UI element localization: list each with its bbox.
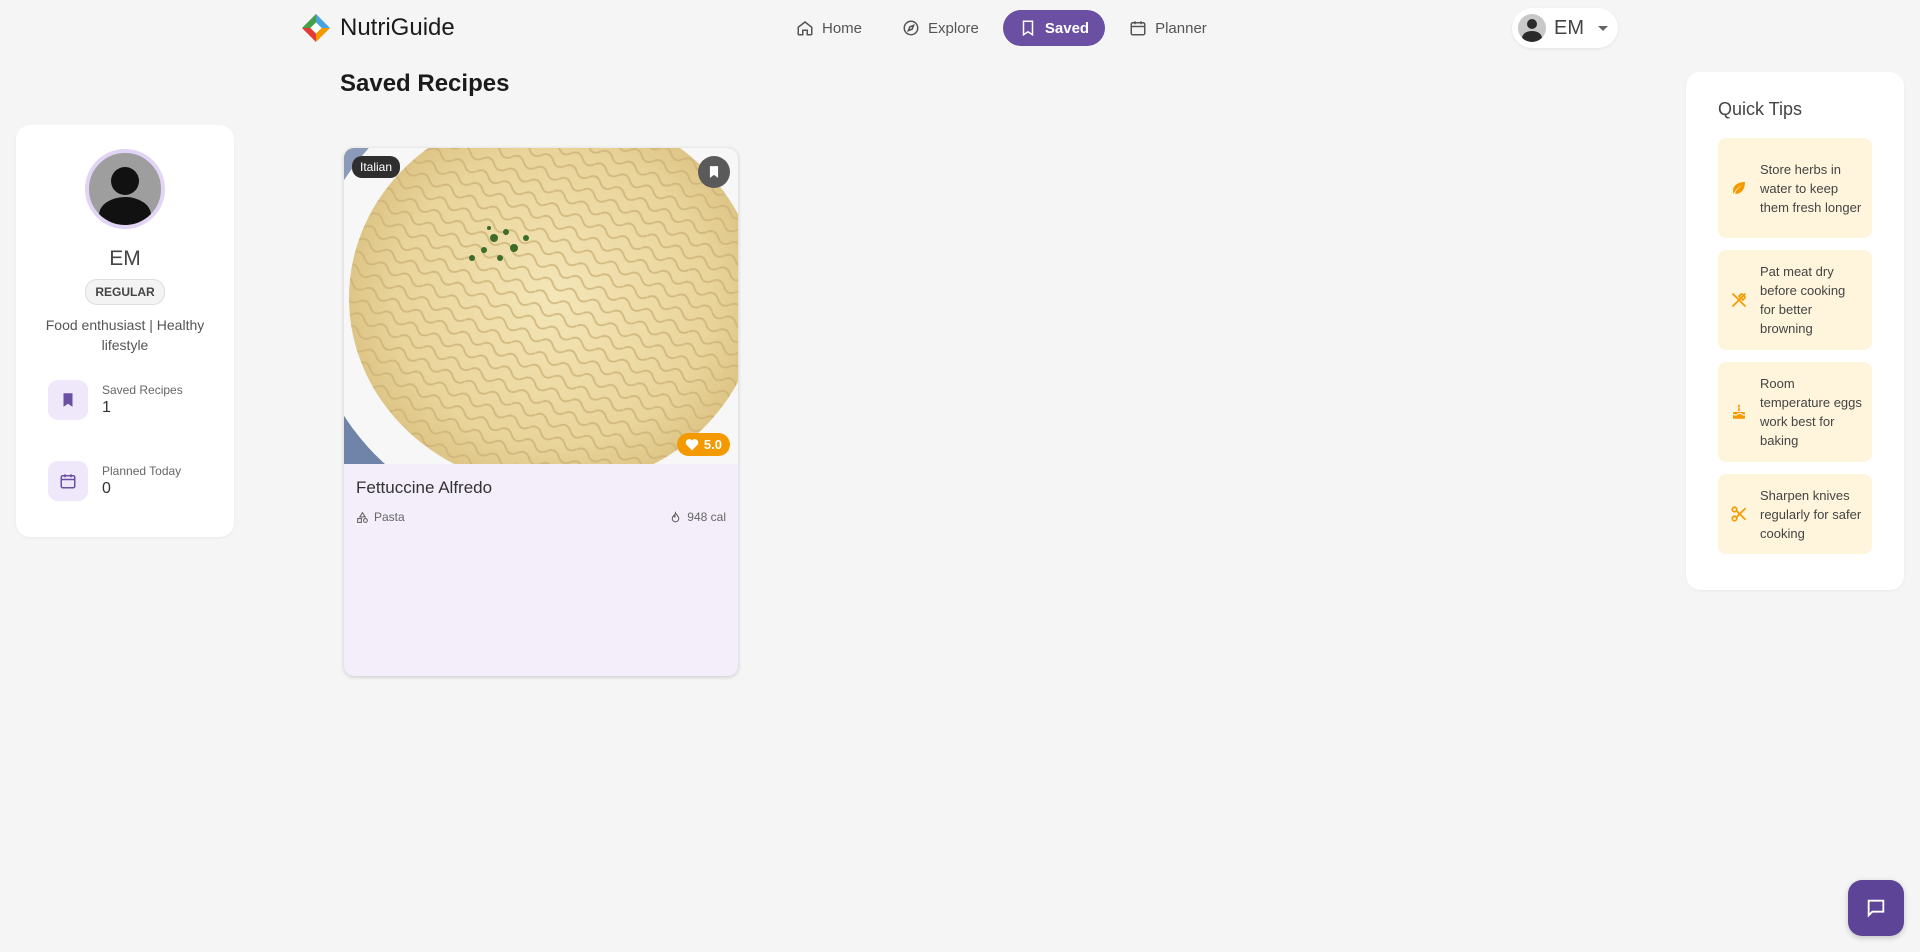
shapes-icon — [357, 511, 368, 523]
scissors-icon — [1731, 506, 1746, 522]
brand-name: NutriGuide — [340, 14, 455, 41]
tip-text: Store herbs in water to keep them fresh … — [1760, 161, 1862, 215]
stat-value: 0 — [102, 480, 111, 497]
profile-card: EM REGULAR Food enthusiast | Healthy lif… — [16, 125, 234, 537]
membership-badge: REGULAR — [85, 279, 165, 305]
tip-item: Pat meat dry before cooking for better b… — [1718, 250, 1872, 350]
quick-tips-panel: Quick Tips Store herbs in water to keep … — [1686, 72, 1904, 590]
user-avatar — [1518, 14, 1546, 42]
recipe-meta: Pasta 948 cal — [356, 510, 726, 524]
nav-home[interactable]: Home — [780, 10, 878, 46]
user-menu-button[interactable]: EM — [1512, 8, 1618, 48]
compass-icon — [903, 20, 919, 36]
nav-saved[interactable]: Saved — [1002, 10, 1106, 46]
stat-label: Saved Recipes — [102, 383, 183, 397]
tip-item: Store herbs in water to keep them fresh … — [1718, 138, 1872, 238]
bookmark-icon — [1022, 20, 1034, 37]
recipe-category-label: Pasta — [374, 510, 405, 524]
tip-text: Room temperature eggs work best for baki… — [1760, 376, 1862, 448]
recipe-title: Fettuccine Alfredo — [356, 478, 493, 497]
profile-bio: Food enthusiast | Healthy lifestyle — [45, 317, 205, 353]
nav-planner[interactable]: Planner — [1113, 10, 1223, 46]
chat-button[interactable] — [1848, 880, 1904, 936]
recipe-card[interactable]: Italian 5.0 Fettuccine Alfredo Pasta 948… — [344, 148, 738, 676]
user-initials: EM — [1554, 16, 1584, 39]
recipe-calories-label: 948 cal — [687, 510, 726, 524]
page-title: Saved Recipes — [340, 70, 510, 97]
profile-avatar — [85, 149, 165, 229]
tip-item: Sharpen knives regularly for safer cooki… — [1718, 474, 1872, 554]
recipe-image: Italian 5.0 — [344, 148, 738, 464]
tip-item: Room temperature eggs work best for baki… — [1718, 362, 1872, 462]
tip-text: Sharpen knives regularly for safer cooki… — [1760, 487, 1862, 541]
recipe-category: Pasta — [356, 510, 405, 524]
calendar-icon — [48, 461, 88, 501]
heart-icon — [685, 439, 699, 451]
rating-value: 5.0 — [703, 437, 722, 452]
unsave-bookmark-button[interactable] — [698, 156, 730, 188]
bookmark-icon — [48, 380, 88, 420]
stat-label: Planned Today — [102, 464, 182, 478]
tips-title: Quick Tips — [1718, 99, 1803, 119]
calendar-icon — [1130, 21, 1146, 36]
stat-value: 1 — [102, 399, 111, 416]
profile-name: EM — [109, 247, 141, 270]
nav-home-label: Home — [822, 19, 863, 37]
cuisine-tag: Italian — [352, 156, 401, 178]
nav-explore-label: Explore — [928, 19, 979, 37]
logo-icon — [302, 14, 330, 42]
nav-explore[interactable]: Explore — [886, 10, 995, 46]
chevron-down-icon — [1598, 25, 1608, 31]
nav-planner-label: Planner — [1155, 19, 1207, 37]
recipe-calories: 948 cal — [669, 510, 726, 524]
home-icon — [797, 21, 813, 36]
utensils-icon — [1732, 293, 1746, 307]
bookmark-icon — [709, 166, 719, 178]
stat-saved-recipes: Saved Recipes 1 — [48, 380, 183, 420]
leaf-icon — [1733, 182, 1745, 194]
nav-saved-label: Saved — [1044, 19, 1090, 37]
cake-icon — [1732, 404, 1746, 419]
brand-logo[interactable]: NutriGuide — [300, 12, 455, 44]
rating-badge: 5.0 — [676, 433, 730, 456]
main-nav: Home Explore Saved Planner — [780, 10, 1223, 46]
tip-text: Pat meat dry before cooking for better b… — [1760, 264, 1846, 336]
top-navigation-bar: NutriGuide Home Explore Saved Planner EM — [0, 0, 1920, 56]
flame-icon — [672, 510, 680, 522]
stat-planned-today: Planned Today 0 — [48, 461, 181, 501]
chat-icon — [1867, 899, 1885, 918]
